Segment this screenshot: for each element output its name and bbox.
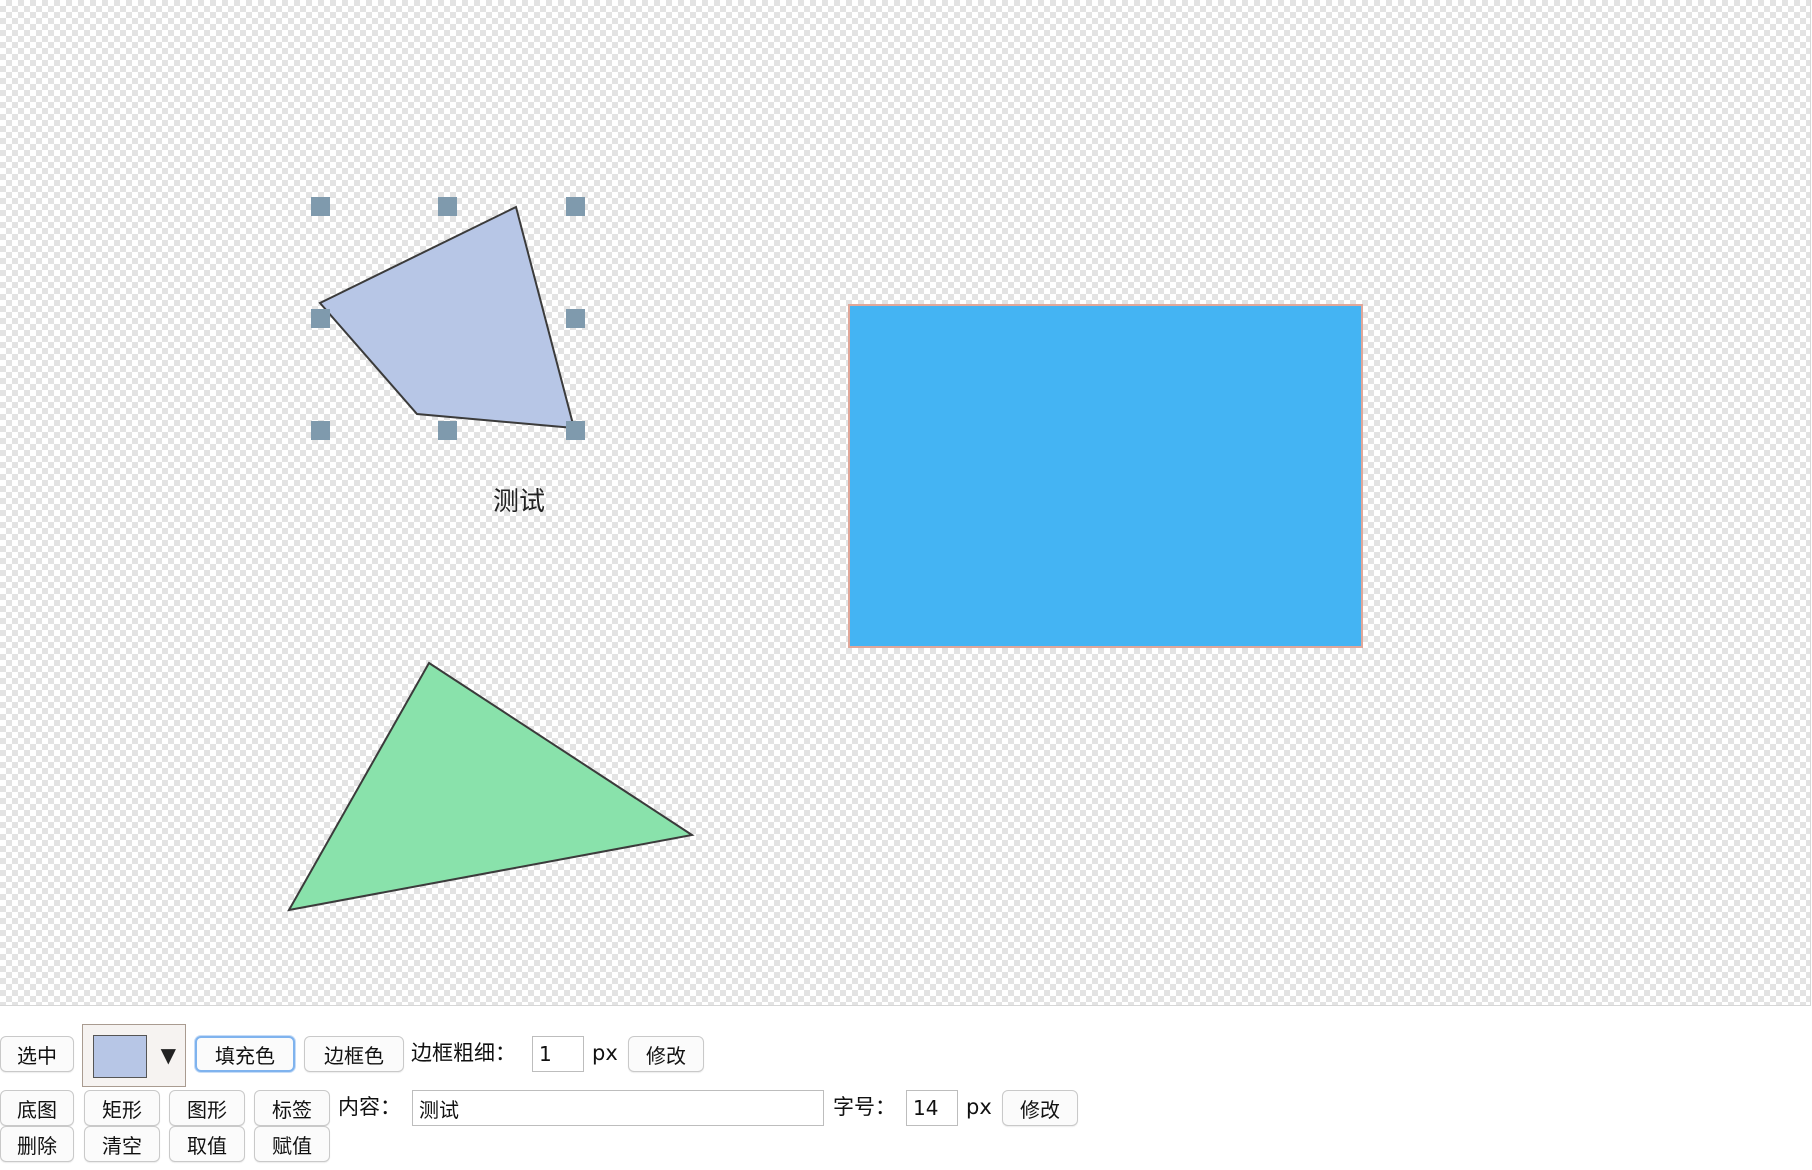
resize-handle-right[interactable]: [566, 309, 585, 328]
color-picker[interactable]: ▼: [82, 1024, 186, 1087]
resize-handle-top-left[interactable]: [311, 197, 330, 216]
drawing-canvas[interactable]: 测试: [0, 0, 1811, 1006]
resize-handle-top-right[interactable]: [566, 197, 585, 216]
border-width-input[interactable]: [532, 1036, 584, 1072]
resize-handle-bottom-left[interactable]: [311, 421, 330, 440]
rectangle-shape[interactable]: [848, 304, 1363, 648]
border-color-button[interactable]: 边框色: [304, 1036, 404, 1072]
shape-button[interactable]: 图形: [169, 1090, 245, 1126]
tag-button[interactable]: 标签: [254, 1090, 330, 1126]
content-input[interactable]: [412, 1090, 824, 1126]
font-size-input[interactable]: [906, 1090, 958, 1126]
border-width-unit: px: [592, 1041, 618, 1065]
resize-handle-bottom[interactable]: [438, 421, 457, 440]
resize-handle-left[interactable]: [311, 309, 330, 328]
content-label: 内容：: [338, 1095, 401, 1119]
get-value-button[interactable]: 取值: [169, 1126, 245, 1162]
shape-text-label[interactable]: 测试: [493, 487, 545, 517]
font-size-unit: px: [966, 1095, 992, 1119]
clear-button[interactable]: 清空: [84, 1126, 160, 1162]
resize-handle-bottom-right[interactable]: [566, 421, 585, 440]
font-size-label: 字号：: [833, 1095, 896, 1119]
resize-handle-top[interactable]: [438, 197, 457, 216]
canvas-svg: 测试: [287, 197, 1363, 912]
set-value-button[interactable]: 赋值: [254, 1126, 330, 1162]
base-image-button[interactable]: 底图: [0, 1090, 74, 1126]
select-button[interactable]: 选中: [0, 1036, 74, 1072]
modify-font-button[interactable]: 修改: [1002, 1090, 1078, 1126]
dropdown-caret-icon: ▼: [160, 1043, 176, 1067]
modify-border-button[interactable]: 修改: [628, 1036, 704, 1072]
border-width-label: 边框粗细：: [411, 1041, 516, 1065]
triangle-shape[interactable]: [287, 661, 695, 912]
fill-color-button[interactable]: 填充色: [195, 1036, 295, 1072]
delete-button[interactable]: 删除: [0, 1126, 74, 1162]
rectangle-button[interactable]: 矩形: [84, 1090, 160, 1126]
selected-polygon-shape[interactable]: [318, 205, 576, 430]
color-swatch: [93, 1035, 147, 1078]
